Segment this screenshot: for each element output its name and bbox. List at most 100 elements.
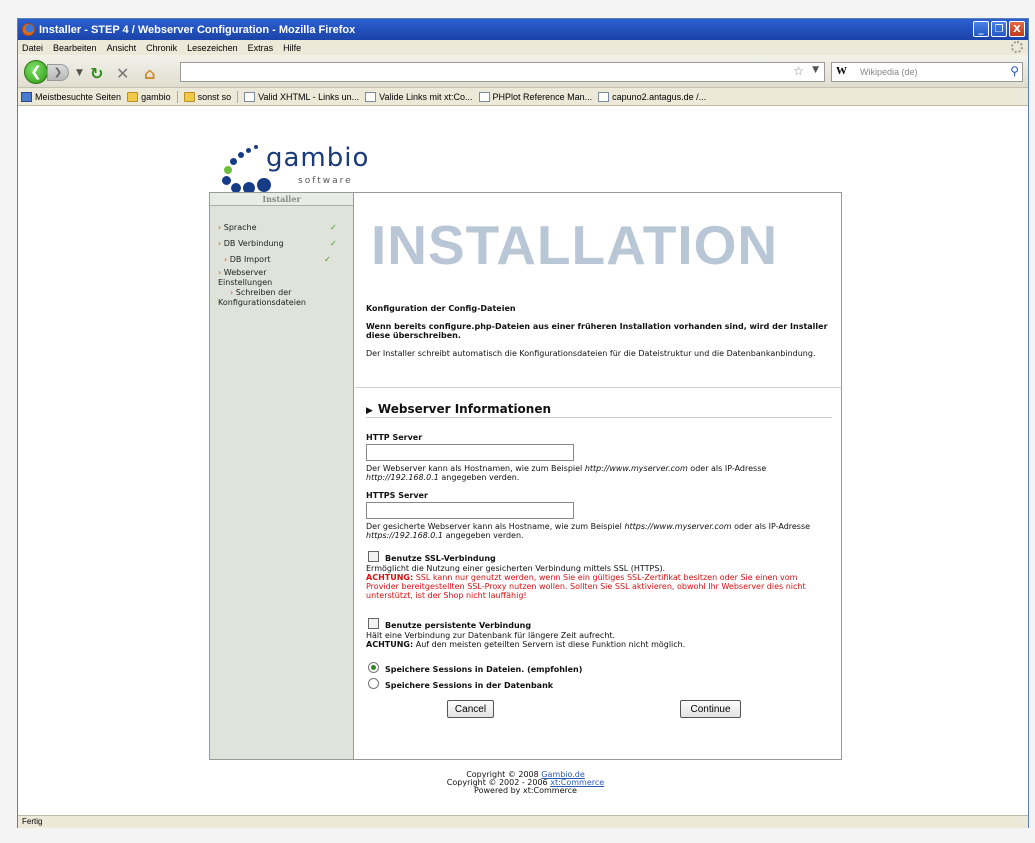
ssl-warning: SSL kann nur genutzt werden, wenn Sie ei… <box>366 573 806 600</box>
http-server-label: HTTP Server <box>366 433 423 442</box>
installer-container: Installer › Sprache ✓ › DB Verbindung ✓ … <box>209 192 842 760</box>
folder-icon <box>127 91 139 102</box>
smart-bookmark-icon <box>21 91 32 102</box>
http-server-help: Der Webserver kann als Hostnamen, wie zu… <box>366 464 767 482</box>
step-db-verbindung: › DB Verbindung ✓ <box>218 239 337 248</box>
page-icon <box>478 91 490 102</box>
menu-bar: Datei Bearbeiten Ansicht Chronik Lesezei… <box>18 40 1028 55</box>
gambio-logo: gambio software <box>216 139 376 199</box>
bookmark-item[interactable]: Meistbesuchte Seiten <box>21 91 121 102</box>
session-files-radio[interactable] <box>368 662 379 673</box>
triangle-right-icon: ▶ <box>366 406 373 416</box>
browser-window: Installer - STEP 4 / Webserver Configura… <box>17 18 1029 828</box>
ssl-description: Ermöglicht die Nutzung einer gesicherten… <box>366 564 666 573</box>
bookmark-item[interactable]: sonst so <box>183 91 231 102</box>
stop-icon[interactable]: ✕ <box>116 64 129 83</box>
close-button[interactable]: X <box>1009 21 1025 37</box>
https-server-label: HTTPS Server <box>366 491 428 500</box>
page-viewport: gambio software Installer › Sprache ✓ › … <box>18 107 1028 815</box>
step-webserver: › Webserver Einstellungen <box>218 268 273 287</box>
menu-hilfe[interactable]: Hilfe <box>283 43 301 53</box>
navigation-toolbar: ❮ ❯ ▼ ↻ ✕ ⌂ ☆ ▼ W Wikipedia (de) ⚲ <box>18 55 1028 88</box>
logo-word: gambio <box>266 143 370 173</box>
bookmark-item[interactable]: capuno2.antagus.de /... <box>598 91 706 102</box>
forward-arrow-icon[interactable]: ❯ <box>47 64 69 81</box>
throbber-icon <box>1011 41 1023 53</box>
search-icon[interactable]: ⚲ <box>1010 64 1019 78</box>
intro-text: Konfiguration der Config-Dateien Wenn be… <box>366 304 832 367</box>
chevron-right-icon: › <box>224 255 228 264</box>
reload-icon[interactable]: ↻ <box>90 64 103 83</box>
persistent-connection-checkbox[interactable] <box>368 618 379 629</box>
step-list: › Sprache ✓ › DB Verbindung ✓ › DB Impor… <box>210 206 353 308</box>
separator <box>176 90 178 103</box>
url-bar[interactable]: ☆ ▼ <box>180 62 825 82</box>
sidebar-title: Installer <box>210 193 353 206</box>
main-content: INSTALLATION Konfiguration der Config-Da… <box>355 193 841 759</box>
bookmark-item[interactable]: gambio <box>127 91 171 102</box>
menu-datei[interactable]: Datei <box>22 43 43 53</box>
minimize-button[interactable]: _ <box>973 21 989 37</box>
step-db-import: › DB Import ✓ <box>224 255 331 264</box>
back-arrow-icon[interactable]: ❮ <box>24 60 48 84</box>
bookmarks-bar: Meistbesuchte Seiten gambio sonst so Val… <box>18 88 1028 106</box>
separator <box>237 90 239 103</box>
chevron-right-icon: › <box>230 288 234 297</box>
url-dropdown-icon[interactable]: ▼ <box>812 65 819 75</box>
bookmark-item[interactable]: PHPlot Reference Man... <box>478 91 592 102</box>
title-bar: Installer - STEP 4 / Webserver Configura… <box>18 19 1028 40</box>
divider <box>366 417 832 418</box>
history-dropdown-icon[interactable]: ▼ <box>76 68 83 78</box>
bookmark-item[interactable]: Valid XHTML - Links un... <box>244 91 359 102</box>
http-server-input[interactable] <box>366 444 574 461</box>
step-sprache: › Sprache ✓ <box>218 223 337 232</box>
home-icon[interactable]: ⌂ <box>144 64 155 83</box>
session-database-label: Speichere Sessions in der Datenbank <box>385 681 554 690</box>
section-title: ▶ Webserver Informationen <box>366 402 552 416</box>
checkmark-icon: ✓ <box>324 255 331 264</box>
intro-description: Der Installer schreibt automatisch die K… <box>366 349 816 358</box>
cancel-button[interactable]: Cancel <box>447 700 494 718</box>
ssl-checkbox[interactable] <box>368 551 379 562</box>
ssl-help: Ermöglicht die Nutzung einer gesicherten… <box>366 564 806 600</box>
persistent-connection-label: Benutze persistente Verbindung <box>385 621 532 630</box>
step-schreiben: › Schreiben der Konfigurationsdateien <box>218 288 306 307</box>
bookmark-star-icon[interactable]: ☆ <box>793 64 804 78</box>
wikipedia-icon[interactable]: W <box>836 65 847 77</box>
page-icon <box>598 91 610 102</box>
status-bar: Fertig <box>18 815 1028 828</box>
search-bar[interactable]: W Wikipedia (de) ⚲ <box>831 62 1023 82</box>
maximize-button[interactable]: ❐ <box>991 21 1007 37</box>
checkmark-icon: ✓ <box>330 223 337 232</box>
chevron-right-icon: › <box>218 268 222 277</box>
menu-bearbeiten[interactable]: Bearbeiten <box>53 43 97 53</box>
installation-banner: INSTALLATION <box>371 214 779 276</box>
firefox-icon <box>22 23 35 36</box>
session-database-radio[interactable] <box>368 678 379 689</box>
menu-extras[interactable]: Extras <box>248 43 274 53</box>
divider <box>355 387 841 388</box>
page-icon <box>244 91 256 102</box>
search-placeholder: Wikipedia (de) <box>860 67 918 77</box>
sidebar: Installer › Sprache ✓ › DB Verbindung ✓ … <box>210 193 354 759</box>
chevron-right-icon: › <box>218 223 222 232</box>
bookmark-item[interactable]: Valide Links mit xt:Co... <box>365 91 473 102</box>
logo-subtitle: software <box>298 176 353 186</box>
intro-title: Konfiguration der Config-Dateien <box>366 304 516 313</box>
checkmark-icon: ✓ <box>330 239 337 248</box>
ssl-label: Benutze SSL-Verbindung <box>385 554 496 563</box>
menu-ansicht[interactable]: Ansicht <box>107 43 137 53</box>
footer: Copyright © 2008 Gambio.de Copyright © 2… <box>446 770 605 795</box>
status-text: Fertig <box>22 817 43 826</box>
https-server-help: Der gesicherte Webserver kann als Hostna… <box>366 522 811 540</box>
continue-button[interactable]: Continue <box>680 700 741 718</box>
window-title: Installer - STEP 4 / Webserver Configura… <box>39 23 356 36</box>
chevron-right-icon: › <box>218 239 222 248</box>
intro-warning: Wenn bereits configure.php-Dateien aus e… <box>366 322 828 340</box>
persistent-help: Hält eine Verbindung zur Datenbank für l… <box>366 631 686 649</box>
menu-lesezeichen[interactable]: Lesezeichen <box>187 43 238 53</box>
page-icon <box>365 91 377 102</box>
menu-chronik[interactable]: Chronik <box>146 43 177 53</box>
session-files-label: Speichere Sessions in Dateien. (empfohle… <box>385 665 583 674</box>
https-server-input[interactable] <box>366 502 574 519</box>
